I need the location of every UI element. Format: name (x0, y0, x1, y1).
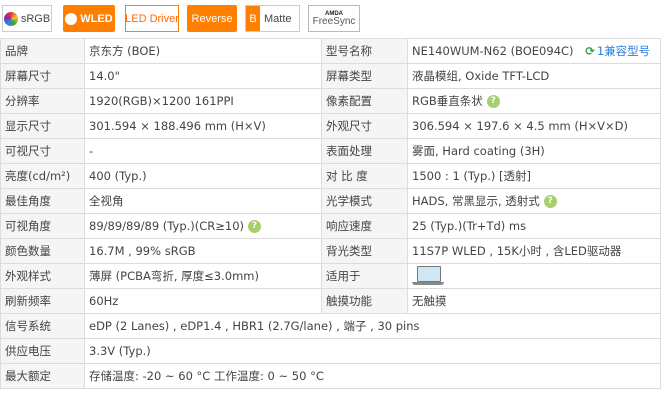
spec-value: 存储温度: -20 ~ 60 °C 工作温度: 0 ~ 50 °C (84, 363, 661, 389)
freesync-label: FreeSync (312, 15, 356, 27)
spec-value: 25 (Typ.)(Tr+Td) ms (407, 213, 661, 239)
table-row: 外观样式 薄屏 (PCBA弯折, 厚度≤3.0mm) 适用于 (0, 263, 661, 289)
spec-value: 3.3V (Typ.) (84, 338, 661, 364)
spec-value: 301.594 × 188.496 mm (H×V) (84, 113, 322, 139)
spec-value-cell (407, 263, 661, 289)
table-row: 颜色数量 16.7M , 99% sRGB 背光类型 11S7P WLED , … (0, 238, 661, 264)
spec-value: 14.0" (84, 63, 322, 89)
spec-label: 屏幕类型 (321, 63, 408, 89)
spec-label: 外观尺寸 (321, 113, 408, 139)
spec-label: 显示尺寸 (0, 113, 85, 139)
spec-value: - (84, 138, 322, 164)
spec-value: 1500 : 1 (Typ.) [透射] (407, 163, 661, 189)
compat-models-link[interactable]: ⟳ 1兼容型号 (585, 44, 650, 58)
reverse-badge: Reverse (187, 5, 237, 32)
refresh-icon: ⟳ (585, 44, 595, 58)
reverse-label: Reverse (191, 12, 233, 25)
spec-value: 液晶模组, Oxide TFT-LCD (407, 63, 661, 89)
matte-mark: B (246, 6, 260, 31)
spec-value: HADS, 常黑显示, 透射式 (412, 194, 540, 208)
laptop-icon (412, 266, 444, 286)
spec-label: 响应速度 (321, 213, 408, 239)
spec-value-cell: HADS, 常黑显示, 透射式? (407, 188, 661, 214)
spec-value: 89/89/89/89 (Typ.)(CR≥10) (89, 219, 245, 233)
spec-label: 刷新频率 (0, 288, 85, 314)
spec-value: eDP (2 Lanes) , eDP1.4 , HBR1 (2.7G/lane… (84, 313, 661, 339)
table-row: 显示尺寸 301.594 × 188.496 mm (H×V) 外观尺寸 306… (0, 113, 661, 139)
table-row: 品牌 京东方 (BOE) 型号名称 NE140WUM-N62 (BOE094C)… (0, 38, 661, 64)
srgb-label: sRGB (20, 12, 51, 25)
spec-label: 最佳角度 (0, 188, 85, 214)
spec-label: 亮度(cd/m²) (0, 163, 85, 189)
table-row: 可视角度 89/89/89/89 (Typ.)(CR≥10)? 响应速度 25 … (0, 213, 661, 239)
table-row: 屏幕尺寸 14.0" 屏幕类型 液晶模组, Oxide TFT-LCD (0, 63, 661, 89)
freesync-badge: AMDA FreeSync (308, 5, 360, 32)
model-number: NE140WUM-N62 (BOE094C) (412, 44, 574, 58)
spec-value: 11S7P WLED , 15K小时 , 含LED驱动器 (407, 238, 661, 264)
question-circle-icon[interactable]: ? (248, 220, 262, 233)
wled-label: WLED (80, 12, 113, 25)
table-row: 信号系统 eDP (2 Lanes) , eDP1.4 , HBR1 (2.7G… (0, 313, 661, 339)
feature-badges: sRGB WLED LED Driver Reverse B Matte AMD… (0, 0, 661, 38)
spec-value-cell: NE140WUM-N62 (BOE094C) ⟳ 1兼容型号 (407, 38, 661, 64)
table-row: 刷新频率 60Hz 触摸功能 无触摸 (0, 288, 661, 314)
spec-value-cell: RGB垂直条状? (407, 88, 661, 114)
spec-label: 触摸功能 (321, 288, 408, 314)
spec-label: 可视尺寸 (0, 138, 85, 164)
spec-label: 最大额定 (0, 363, 85, 389)
table-row: 可视尺寸 - 表面处理 雾面, Hard coating (3H) (0, 138, 661, 164)
spec-value: 无触摸 (407, 288, 661, 314)
spec-label: 分辨率 (0, 88, 85, 114)
spec-label: 表面处理 (321, 138, 408, 164)
spec-label: 光学模式 (321, 188, 408, 214)
table-row: 最佳角度 全视角 光学模式 HADS, 常黑显示, 透射式? (0, 188, 661, 214)
led-driver-badge: LED Driver (125, 5, 179, 32)
spec-table: 品牌 京东方 (BOE) 型号名称 NE140WUM-N62 (BOE094C)… (0, 38, 661, 389)
spec-value: 400 (Typ.) (84, 163, 322, 189)
spec-value: 雾面, Hard coating (3H) (407, 138, 661, 164)
spec-label: 供应电压 (0, 338, 85, 364)
spec-label: 品牌 (0, 38, 85, 64)
spec-label: 信号系统 (0, 313, 85, 339)
spec-value: 60Hz (84, 288, 322, 314)
srgb-badge: sRGB (2, 5, 52, 32)
question-circle-icon[interactable]: ? (543, 195, 557, 208)
led-driver-label: LED Driver (125, 12, 179, 25)
spec-label: 外观样式 (0, 263, 85, 289)
spec-value: 京东方 (BOE) (84, 38, 322, 64)
spec-value-cell: 89/89/89/89 (Typ.)(CR≥10)? (84, 213, 322, 239)
spec-value: RGB垂直条状 (412, 94, 483, 108)
table-row: 供应电压 3.3V (Typ.) (0, 338, 661, 364)
spec-label: 对 比 度 (321, 163, 408, 189)
spec-label: 像素配置 (321, 88, 408, 114)
spec-label: 可视角度 (0, 213, 85, 239)
spec-label: 适用于 (321, 263, 408, 289)
wled-badge: WLED (63, 5, 115, 32)
question-circle-icon[interactable]: ? (486, 95, 500, 108)
matte-badge: B Matte (245, 5, 300, 32)
matte-label: Matte (264, 12, 292, 25)
bulb-icon (65, 12, 78, 25)
spec-value: 1920(RGB)×1200 161PPI (84, 88, 322, 114)
table-row: 分辨率 1920(RGB)×1200 161PPI 像素配置 RGB垂直条状? (0, 88, 661, 114)
compat-label: 1兼容型号 (596, 44, 651, 58)
spec-label: 屏幕尺寸 (0, 63, 85, 89)
spec-value: 306.594 × 197.6 × 4.5 mm (H×V×D) (407, 113, 661, 139)
spec-label: 颜色数量 (0, 238, 85, 264)
table-row: 最大额定 存储温度: -20 ~ 60 °C 工作温度: 0 ~ 50 °C (0, 363, 661, 389)
table-row: 亮度(cd/m²) 400 (Typ.) 对 比 度 1500 : 1 (Typ… (0, 163, 661, 189)
spec-value: 薄屏 (PCBA弯折, 厚度≤3.0mm) (84, 263, 322, 289)
spec-label: 背光类型 (321, 238, 408, 264)
spec-value: 16.7M , 99% sRGB (84, 238, 322, 264)
spec-label: 型号名称 (321, 38, 408, 64)
spec-value: 全视角 (84, 188, 322, 214)
color-wheel-icon (3, 11, 18, 26)
